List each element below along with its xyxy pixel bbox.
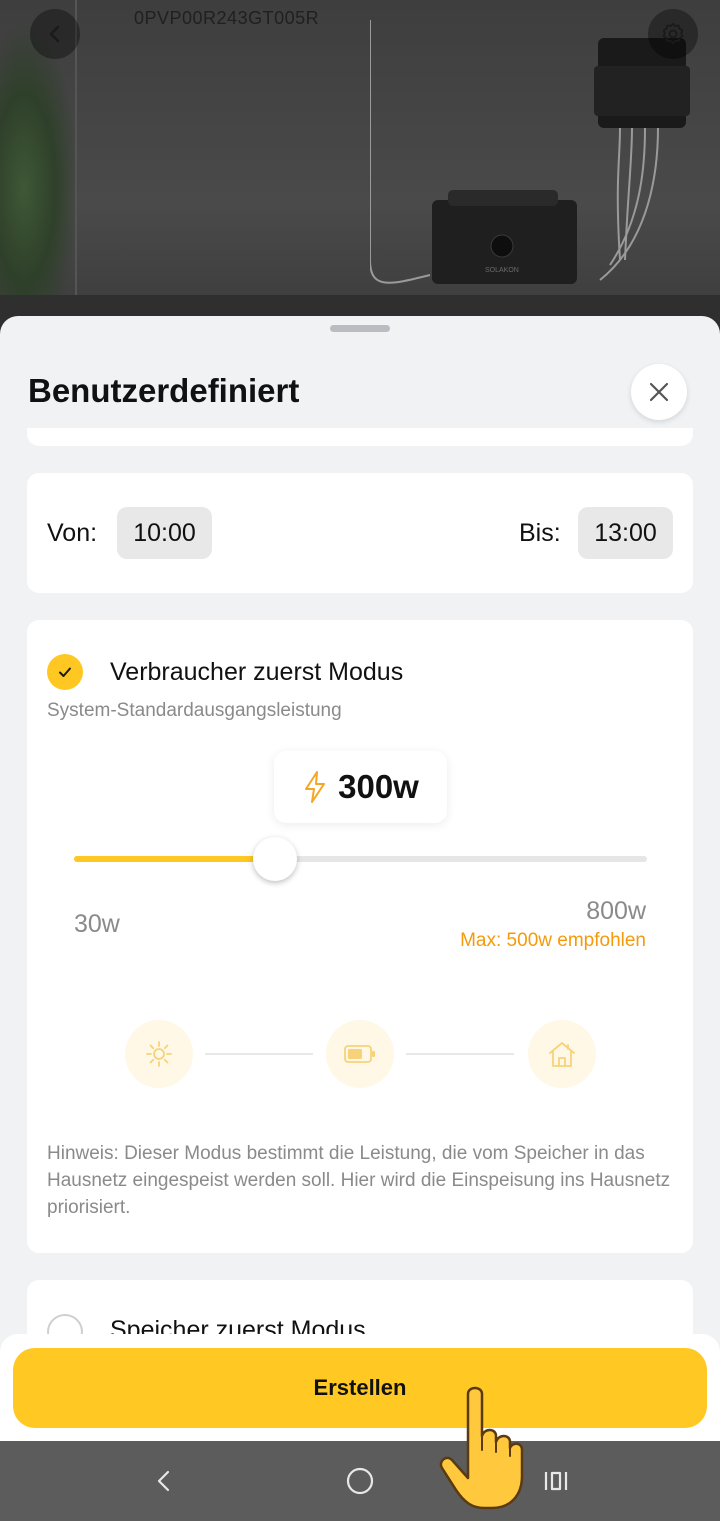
- nav-recents-button[interactable]: [534, 1459, 578, 1503]
- back-button[interactable]: [30, 9, 80, 59]
- from-time-picker[interactable]: 10:00: [117, 507, 212, 559]
- inverter-illustration: SOLAKON: [370, 20, 690, 284]
- power-slider-fill: [74, 856, 275, 862]
- slider-max-label: 800w: [586, 897, 646, 925]
- power-slider-thumb[interactable]: [253, 837, 297, 881]
- slider-min-label: 30w: [74, 910, 120, 938]
- nav-recents-icon: [544, 1471, 568, 1491]
- close-icon: [649, 382, 669, 402]
- battery-node: [326, 1020, 394, 1088]
- battery-icon: [344, 1045, 375, 1063]
- device-serial: 0PVP00R243GT005R: [134, 8, 320, 28]
- recommendation-label: Max: 500w empfohlen: [460, 930, 646, 951]
- custom-schedule-sheet: Benutzerdefiniert Von: 10:00 Bis: 13:00 …: [0, 316, 720, 1441]
- consumer-mode-title: Verbraucher zuerst Modus: [110, 658, 404, 686]
- nav-back-button[interactable]: [142, 1459, 186, 1503]
- lightning-icon: [305, 771, 326, 803]
- gear-icon: [662, 22, 684, 45]
- settings-button[interactable]: [648, 9, 698, 59]
- nav-home-icon: [346, 1467, 374, 1495]
- from-label: Von:: [47, 519, 98, 547]
- power-slider-track[interactable]: [74, 856, 647, 862]
- back-arrow-icon: [49, 25, 60, 43]
- bottom-action-bar: Erstellen: [0, 1334, 720, 1441]
- mode-selected-checkbox[interactable]: [47, 654, 83, 690]
- house-icon: [549, 1042, 575, 1067]
- previous-card-bottom: [27, 428, 693, 446]
- consumer-first-mode-card[interactable]: Verbraucher zuerst Modus System-Standard…: [27, 620, 693, 1253]
- close-button[interactable]: [631, 364, 687, 420]
- nav-home-button[interactable]: [338, 1459, 382, 1503]
- flow-connector-1: [205, 1053, 313, 1055]
- consumer-mode-subtitle: System-Standardausgangsleistung: [47, 700, 342, 721]
- to-label: Bis:: [519, 519, 561, 547]
- sheet-drag-handle[interactable]: [330, 325, 390, 332]
- power-value-bubble: 300w: [274, 751, 447, 823]
- time-range-card: Von: 10:00 Bis: 13:00: [27, 473, 693, 593]
- create-button[interactable]: Erstellen: [13, 1348, 707, 1428]
- nav-back-icon: [157, 1470, 170, 1492]
- house-node: [528, 1020, 596, 1088]
- device-hero-image: SOLAKON 0PVP00R243GT005R: [0, 0, 720, 340]
- sun-icon: [146, 1041, 172, 1067]
- mode-hint-text: Hinweis: Dieser Modus bestimmt die Leist…: [47, 1143, 671, 1218]
- power-value: 300w: [338, 768, 419, 805]
- svg-text:SOLAKON: SOLAKON: [485, 267, 519, 274]
- checkmark-icon: [59, 667, 71, 677]
- system-navigation-bar: [0, 1441, 720, 1521]
- sheet-title: Benutzerdefiniert: [28, 372, 300, 409]
- solar-node: [125, 1020, 193, 1088]
- tap-hand-pointer-icon: [439, 1386, 524, 1510]
- flow-connector-2: [406, 1053, 514, 1055]
- plants-decoration: [0, 20, 80, 300]
- to-time-picker[interactable]: 13:00: [578, 507, 673, 559]
